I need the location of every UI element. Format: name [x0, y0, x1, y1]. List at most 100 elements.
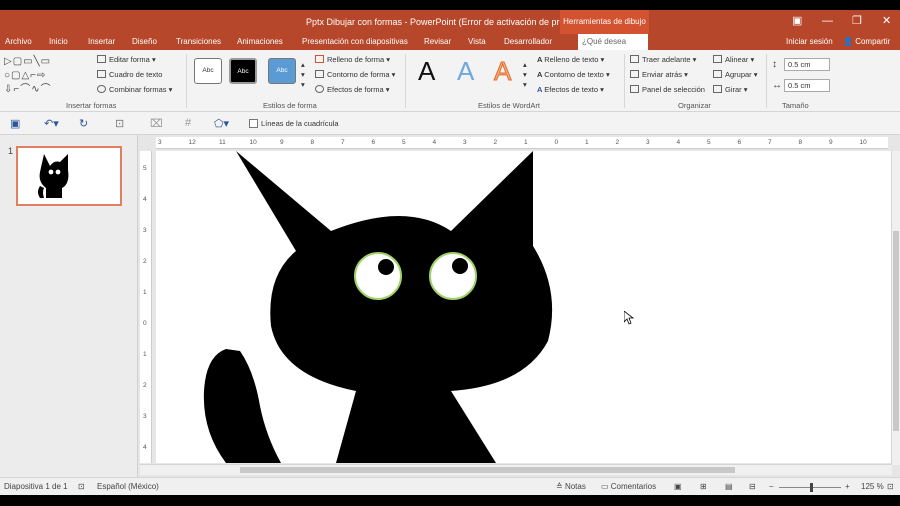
ruler-tick-label: 3 — [158, 139, 162, 146]
ruler-tick-label: 2 — [143, 258, 147, 265]
shapes-gallery[interactable]: ▷▢▭╲▭ ○▢△⌐⇨ ⇩⌐⌒∿⌒ — [4, 55, 84, 97]
tab-revisar[interactable]: Revisar — [424, 37, 451, 46]
zoom-in-button[interactable]: + — [845, 482, 850, 491]
sign-in-link[interactable]: Iniciar sesión — [786, 37, 833, 46]
normal-view-icon[interactable]: ▣ — [674, 482, 682, 491]
send-backward-label: Enviar atrás — [642, 70, 683, 79]
selection-pane-icon — [630, 85, 639, 93]
text-fill-button[interactable]: A Relleno de texto ▾ — [537, 55, 604, 65]
bring-forward-label: Traer adelante — [642, 55, 691, 64]
text-box-button[interactable]: Cuadro de texto — [97, 70, 162, 80]
mouse-cursor-icon — [624, 311, 634, 325]
divider — [405, 54, 406, 108]
bring-forward-button[interactable]: Traer adelante ▾ — [630, 55, 696, 65]
ruler-tick-label: 3 — [646, 139, 650, 146]
shape-icon[interactable]: ⬠▾ — [214, 117, 229, 130]
vertical-scroll-thumb[interactable] — [893, 231, 899, 431]
share-button[interactable]: 👤 Compartir — [843, 37, 890, 46]
text-box-label: Cuadro de texto — [109, 70, 163, 79]
ribbon-display-icon[interactable]: ▣ — [792, 14, 802, 28]
shape-width-input[interactable]: 0.5 cm — [784, 79, 830, 92]
format-painter-icon[interactable]: ⌧ — [150, 117, 163, 130]
ruler-tick-label: 1 — [524, 139, 528, 146]
gridlines-checkbox[interactable] — [249, 119, 258, 128]
horizontal-scrollbar[interactable] — [140, 464, 892, 475]
wordart-gallery-scroll[interactable]: ▴ ▾ ▾ — [523, 60, 527, 90]
shape-effects-label: Efectos de forma — [327, 85, 384, 94]
close-icon[interactable]: ✕ — [882, 14, 891, 28]
combine-shapes-icon — [97, 85, 106, 93]
text-outline-button[interactable]: A Contorno de texto ▾ — [537, 70, 610, 80]
tab-inicio[interactable]: Inicio — [49, 37, 68, 46]
vertical-scrollbar[interactable] — [891, 151, 900, 465]
zoom-out-button[interactable]: − — [769, 482, 774, 491]
send-backward-button[interactable]: Enviar atrás ▾ — [630, 70, 688, 80]
shape-effects-button[interactable]: Efectos de forma ▾ — [315, 85, 390, 95]
share-label: Compartir — [855, 37, 891, 46]
floppy-icon[interactable]: ▣ — [10, 117, 20, 130]
ruler-tick-label: 2 — [143, 382, 147, 389]
slide-info: Diapositiva 1 de 1 — [4, 482, 68, 491]
ruler-tick-label: 7 — [768, 139, 772, 146]
shape-outline-label: Contorno de forma — [327, 70, 390, 79]
edit-shape-button[interactable]: Editar forma ▾ — [97, 55, 156, 65]
cat-tail-shape — [203, 349, 281, 463]
undo-icon[interactable]: ↶▾ — [44, 117, 59, 130]
align-button[interactable]: Alinear ▾ — [713, 55, 754, 65]
person-icon: 👤 — [843, 37, 856, 46]
tab-vista[interactable]: Vista — [468, 37, 486, 46]
horizontal-scroll-thumb[interactable] — [240, 467, 735, 473]
ruler-tick-label: 2 — [493, 139, 498, 146]
slideshow-view-icon[interactable]: ⊟ — [749, 482, 756, 491]
zoom-level[interactable]: 125 % — [861, 482, 884, 491]
tab-archivo[interactable]: Archivo — [5, 37, 32, 46]
wordart-preset-blue[interactable]: A — [457, 56, 474, 87]
tell-me-search[interactable]: ¿Qué desea hacer? — [578, 34, 648, 62]
slide-thumbnail[interactable] — [16, 146, 122, 206]
shape-outline-button[interactable]: Contorno de forma ▾ — [315, 70, 395, 80]
ruler-tick-label: 5 — [402, 139, 406, 146]
pen-icon — [315, 70, 324, 78]
selection-pane-button[interactable]: Panel de selección — [630, 85, 705, 95]
wordart-preset-orange[interactable]: A — [493, 56, 511, 87]
gallery-scroll[interactable]: ▴ ▾ ▾ — [301, 60, 305, 90]
notes-label: Notas — [564, 482, 586, 491]
rotate-button[interactable]: Girar ▾ — [713, 85, 748, 95]
comments-label: Comentarios — [610, 482, 657, 491]
tab-presentacion[interactable]: Presentación con diapositivas — [302, 37, 408, 46]
shape-fill-button[interactable]: Relleno de forma ▾ — [315, 55, 390, 65]
shape-style-preset-blue[interactable]: Abc — [268, 58, 296, 84]
vertical-ruler: 5 4 3 2 1 0 1 2 3 4 — [140, 151, 152, 463]
grid-icon[interactable]: # — [185, 117, 191, 129]
notes-button[interactable]: ≙ Notas — [556, 482, 586, 491]
redo-icon[interactable]: ↻ — [79, 117, 88, 130]
group-button[interactable]: Agrupar ▾ — [713, 70, 758, 80]
comments-button[interactable]: ▭ Comentarios — [601, 482, 656, 491]
group-label: Agrupar — [725, 70, 752, 79]
minimize-icon[interactable]: — — [822, 14, 833, 28]
window-title: Pptx Dibujar con formas - PowerPoint (Er… — [305, 17, 595, 27]
tab-insertar[interactable]: Insertar — [88, 37, 115, 46]
slide-sorter-icon[interactable]: ⊞ — [700, 482, 707, 491]
language-indicator[interactable]: Español (México) — [97, 482, 159, 491]
slide-canvas[interactable] — [156, 151, 892, 463]
tab-desarrollador[interactable]: Desarrollador — [504, 37, 552, 46]
tab-diseno[interactable]: Diseño — [132, 37, 157, 46]
text-effects-label: Efectos de texto — [544, 85, 599, 94]
wordart-preset-black[interactable]: A — [418, 56, 435, 87]
fit-slide-icon[interactable]: ⊡ — [887, 482, 894, 491]
text-effects-button[interactable]: A Efectos de texto ▾ — [537, 85, 604, 95]
maximize-icon[interactable]: ❐ — [852, 14, 862, 28]
shape-style-preset-black[interactable]: Abc — [229, 58, 257, 84]
ruler-tick-label: 10 — [859, 139, 867, 146]
combine-shapes-button[interactable]: Combinar formas ▾ — [97, 85, 172, 95]
shape-height-input[interactable]: 0.5 cm — [784, 58, 830, 71]
spellcheck-icon[interactable]: ⊡ — [78, 482, 85, 491]
reading-view-icon[interactable]: ▤ — [725, 482, 733, 491]
tab-animaciones[interactable]: Animaciones — [237, 37, 283, 46]
ribbon-tabs: Archivo Inicio Insertar Diseño Transicio… — [0, 34, 900, 62]
slideshow-icon[interactable]: ⊡ — [115, 117, 124, 130]
tab-transiciones[interactable]: Transiciones — [176, 37, 221, 46]
shape-style-preset-white[interactable]: Abc — [194, 58, 222, 84]
zoom-slider-handle[interactable] — [810, 483, 813, 492]
